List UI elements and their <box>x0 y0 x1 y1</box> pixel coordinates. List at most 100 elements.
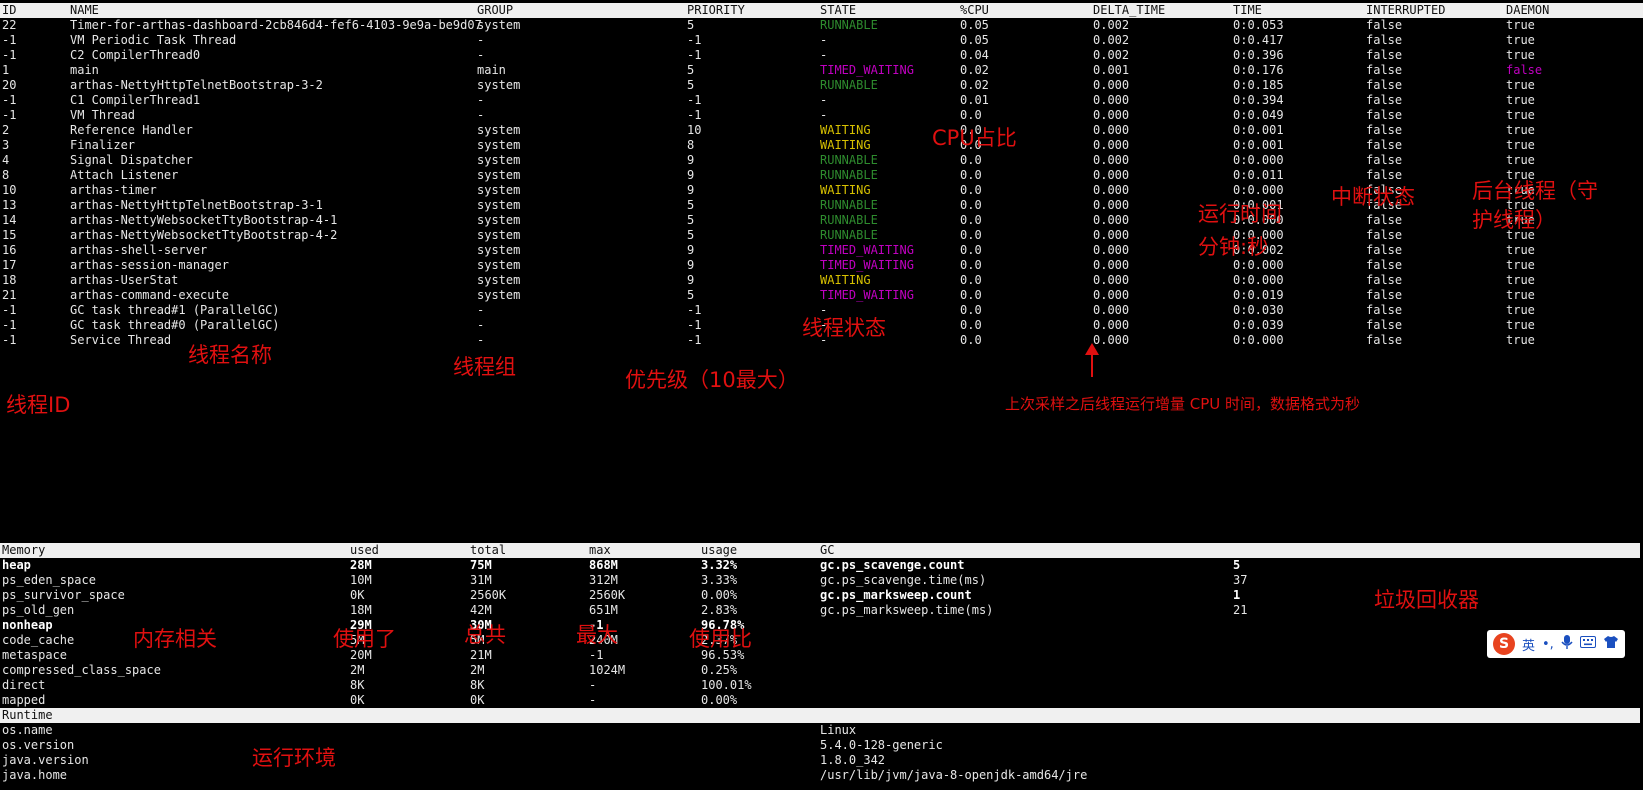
annotation-max: 最大 <box>576 623 618 647</box>
thread-delta-time: 0.000 <box>1093 183 1130 197</box>
thread-time: 0:0.185 <box>1233 78 1284 92</box>
thread-name: Service Thread <box>70 333 172 347</box>
thread-group: system <box>477 198 521 212</box>
thread-delta-time: 0.000 <box>1093 243 1130 257</box>
thread-group: system <box>477 78 521 92</box>
thread-id: -1 <box>2 318 17 332</box>
thread-state: - <box>820 93 828 107</box>
annotation-interrupted: 中断状态 <box>1331 185 1415 209</box>
memory-max: - <box>589 693 597 707</box>
memory-usage: 3.33% <box>701 573 738 587</box>
thread-priority: 5 <box>687 288 695 302</box>
thread-id: 22 <box>2 18 17 32</box>
thread-delta-time: 0.000 <box>1093 168 1130 182</box>
annotation-usage: 使用比 <box>689 627 752 651</box>
thread-interrupted: false <box>1366 153 1403 167</box>
thread-id: 13 <box>2 198 17 212</box>
thread-daemon: true <box>1506 18 1535 32</box>
thread-id: -1 <box>2 333 17 347</box>
thread-group: system <box>477 168 521 182</box>
thread-daemon: true <box>1506 153 1535 167</box>
memory-total-header: total <box>470 543 507 557</box>
thread-row: -1 VM Periodic Task Thread - -1 - 0.05 0.002 0:… <box>0 33 1643 48</box>
thread-row: -1 C1 CompilerThread1 - -1 - 0.01 0.000 0:0.394… <box>0 93 1643 108</box>
thread-interrupted: false <box>1366 108 1403 122</box>
thread-delta-time: 0.000 <box>1093 303 1130 317</box>
thread-time: 0:0.053 <box>1233 18 1284 32</box>
thread-cpu: 0.0 <box>960 213 982 227</box>
thread-name: Reference Handler <box>70 123 193 137</box>
memory-max: -1 <box>589 648 604 662</box>
ime-language-toggle[interactable]: 英 <box>1522 635 1535 654</box>
memory-name: compressed_class_space <box>2 663 161 677</box>
thread-delta-time: 0.000 <box>1093 273 1130 287</box>
thread-name: VM Thread <box>70 108 136 122</box>
memory-row: mapped 0K 0K - 0.00% <box>0 693 800 708</box>
gc-metric-value: 37 <box>1233 573 1248 587</box>
thread-cpu: 0.0 <box>960 198 982 212</box>
thread-group: system <box>477 138 521 152</box>
thread-id: -1 <box>2 93 17 107</box>
thread-cpu: 0.0 <box>960 153 982 167</box>
memory-max: 868M <box>589 558 618 572</box>
thread-time: 0:0.000 <box>1233 153 1284 167</box>
thread-name: C2 CompilerThread0 <box>70 48 201 62</box>
thread-name: GC task thread#1 (ParallelGC) <box>70 303 280 317</box>
thread-interrupted: false <box>1366 18 1403 32</box>
thread-group: main <box>477 63 506 77</box>
thread-delta-time: 0.000 <box>1093 123 1130 137</box>
thread-priority: 5 <box>687 78 695 92</box>
thread-state: WAITING <box>820 273 871 287</box>
thread-cpu: 0.0 <box>960 243 982 257</box>
keyboard-icon[interactable] <box>1579 636 1596 652</box>
shirt-icon[interactable] <box>1603 635 1619 653</box>
memory-usage: 0.00% <box>701 693 738 707</box>
thread-interrupted: false <box>1366 93 1403 107</box>
mic-icon[interactable] <box>1561 634 1573 654</box>
thread-state: TIMED_WAITING <box>820 63 914 77</box>
thread-interrupted: false <box>1366 258 1403 272</box>
thread-time: 0:0.000 <box>1233 183 1284 197</box>
thread-id: -1 <box>2 108 17 122</box>
thread-cpu: 0.0 <box>960 183 982 197</box>
thread-time: 0:0.039 <box>1233 318 1284 332</box>
thread-cpu: 0.0 <box>960 258 982 272</box>
thread-row: 2 Reference Handler system 10 WAITING 0.0 0.00… <box>0 123 1643 138</box>
thread-cpu: 0.01 <box>960 93 989 107</box>
thread-priority: 5 <box>687 213 695 227</box>
thread-priority: 9 <box>687 153 695 167</box>
memory-max: 2560K <box>589 588 626 602</box>
runtime-value: Linux <box>820 723 857 737</box>
memory-used: 8K <box>350 678 365 692</box>
runtime-value: 1.8.0_342 <box>820 753 886 767</box>
ime-punctuation-toggle[interactable]: •, <box>1542 637 1554 652</box>
ime-toolbar[interactable]: S 英 •, <box>1487 630 1625 658</box>
memory-total: 2M <box>470 663 485 677</box>
thread-name: arthas-NettyWebsocketTtyBootstrap-4-1 <box>70 213 338 227</box>
memory-total: 2560K <box>470 588 507 602</box>
memory-row: compressed_class_space 2M 2M 1024M 0.25% <box>0 663 800 678</box>
col-name-header: NAME <box>70 3 99 17</box>
thread-id: 20 <box>2 78 17 92</box>
gc-row: gc.ps_marksweep.count 1 <box>820 588 1420 603</box>
thread-state: RUNNABLE <box>820 228 878 242</box>
thread-row: 18 arthas-UserStat system 9 WAITING 0.0 0.000 0… <box>0 273 1643 288</box>
memory-name: code_cache <box>2 633 75 647</box>
thread-id: 3 <box>2 138 10 152</box>
thread-priority: -1 <box>687 108 702 122</box>
memory-name: heap <box>2 558 31 572</box>
thread-daemon: true <box>1506 303 1535 317</box>
sogou-logo-icon[interactable]: S <box>1493 633 1515 655</box>
thread-id: 15 <box>2 228 17 242</box>
thread-time: 0:0.176 <box>1233 63 1284 77</box>
thread-group: system <box>477 213 521 227</box>
annotation-daemon: 后台线程（守 护线程） <box>1472 179 1598 232</box>
col-delta-time-header: DELTA_TIME <box>1093 3 1166 17</box>
thread-group: - <box>477 303 485 317</box>
memory-row: ps_old_gen 18M 42M 651M 2.83% <box>0 603 800 618</box>
thread-row: 14 arthas-NettyWebsocketTtyBootstrap-4-1 s… <box>0 213 1643 228</box>
memory-used: 10M <box>350 573 372 587</box>
thread-name: Timer-for-arthas-dashboard-2cb846d4-fef6… <box>70 18 482 32</box>
memory-used: 0K <box>350 588 365 602</box>
thread-row: -1 C2 CompilerThread0 - -1 - 0.04 0.002 0:0.396… <box>0 48 1643 63</box>
